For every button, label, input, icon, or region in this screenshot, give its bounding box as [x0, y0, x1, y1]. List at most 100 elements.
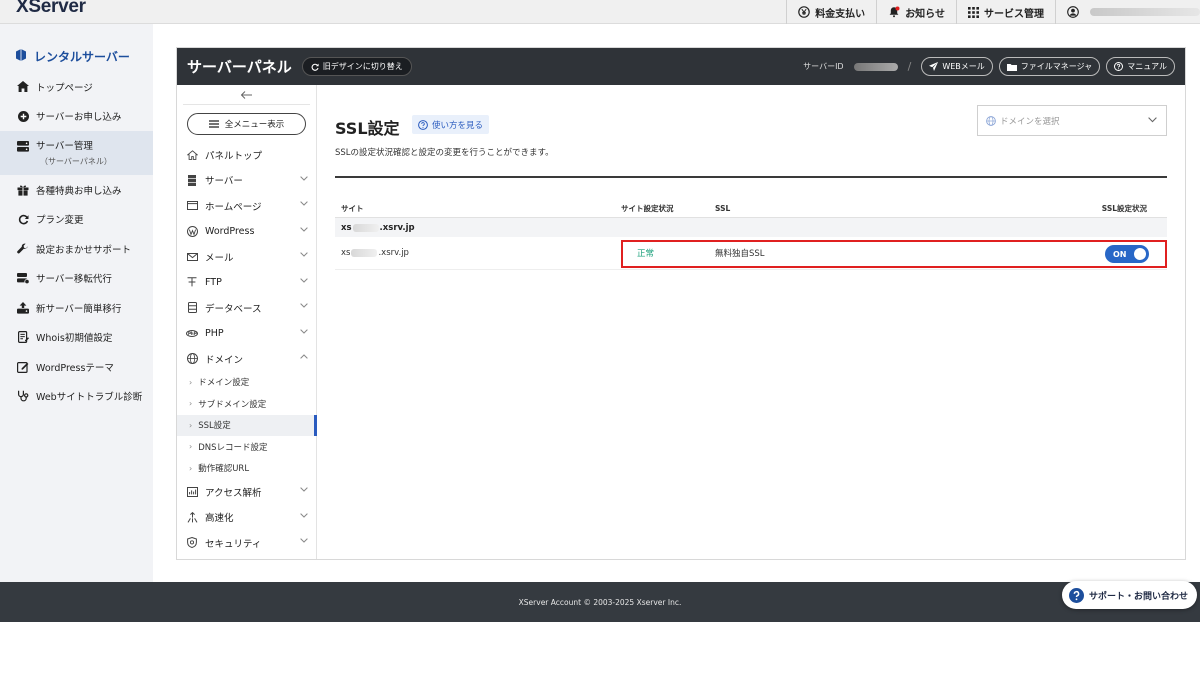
leftnav-item-label: Whois初期値設定 — [36, 333, 113, 345]
domain-select-placeholder: ドメインを選択 — [1000, 116, 1060, 127]
panel-menu-label: WordPress — [205, 225, 255, 237]
plus-circle-icon — [16, 110, 30, 122]
leftnav-item-benefits[interactable]: 各種特典お申し込み — [0, 175, 153, 205]
panel-submenu-domain-settings[interactable]: › ドメイン設定 — [177, 372, 316, 394]
leftnav-item-setup-support[interactable]: 設定おまかせサポート — [0, 234, 153, 264]
leftnav-item-server-management[interactable]: サーバー管理 （サーバーパネル） — [0, 131, 153, 175]
panel-submenu-subdomain-settings[interactable]: › サブドメイン設定 — [177, 393, 316, 415]
highlight-box — [621, 240, 1167, 268]
leftnav-item-apply[interactable]: サーバーお申し込み — [0, 102, 153, 132]
stethoscope-icon — [16, 390, 30, 402]
leftnav-item-trouble-diagnosis[interactable]: Webサイトトラブル診断 — [0, 382, 153, 412]
globe-icon — [986, 115, 996, 126]
xserver-logo[interactable]: XServer — [16, 0, 86, 18]
back-arrow-icon[interactable] — [183, 85, 310, 105]
all-menu-button[interactable]: 全メニュー表示 — [187, 113, 306, 135]
leftnav-item-label: WordPressテーマ — [36, 362, 114, 374]
grid-icon — [968, 6, 979, 18]
folder-icon — [1006, 63, 1017, 71]
all-menu-label: 全メニュー表示 — [224, 120, 285, 130]
panel-submenu-dns-record[interactable]: › DNSレコード設定 — [177, 436, 316, 458]
leftnav-item-whois[interactable]: Whois初期値設定 — [0, 323, 153, 353]
old-design-button[interactable]: 旧デザインに切り替え — [301, 57, 412, 76]
manual-label: マニュアル — [1127, 62, 1167, 71]
leftnav-item-plan-change[interactable]: プラン変更 — [0, 205, 153, 235]
chevron-right-icon: › — [189, 399, 193, 409]
chevron-down-icon — [300, 277, 308, 283]
globe-icon — [186, 353, 198, 365]
panel-menu-server[interactable]: サーバー — [177, 168, 316, 194]
ssl-toggle[interactable]: ON — [1105, 245, 1149, 263]
panel-menu-list: パネルトップ サーバー ホームページ WordPress メール FTP データ… — [177, 142, 317, 556]
support-button[interactable]: サポート・お問い合わせ — [1061, 581, 1197, 609]
document-icon — [16, 331, 30, 344]
manual-button[interactable]: マニュアル — [1106, 57, 1175, 76]
ssl-toggle-label: ON — [1113, 249, 1127, 259]
leftnav-item-label: サーバーお申し込み — [36, 112, 122, 124]
panel-menu-label: ホームページ — [205, 201, 262, 213]
ssl-table: サイト サイト設定状況 SSL SSL設定状況 xs .xsrv.jp xs .xs… — [335, 199, 1167, 270]
table-header: サイト サイト設定状況 SSL SSL設定状況 — [335, 199, 1167, 218]
site-status-value: 正常 — [637, 249, 655, 259]
panel-menu-wordpress[interactable]: WordPress — [177, 219, 316, 245]
panel-menu-access-analysis[interactable]: アクセス解析 — [177, 479, 316, 505]
rental-server-title: レンタルサーバー — [34, 49, 130, 64]
domain-group-row: xs .xsrv.jp — [335, 218, 1167, 237]
panel-submenu-label: DNSレコード設定 — [198, 442, 268, 453]
top-nav-notice[interactable]: お知らせ — [876, 0, 956, 24]
php-icon — [186, 329, 198, 337]
chevron-right-icon: › — [189, 420, 193, 430]
panel-submenu-ssl-settings[interactable]: › SSL設定 — [177, 414, 317, 436]
leftnav-item-wp-theme[interactable]: WordPressテーマ — [0, 352, 153, 382]
leftnav-item-sublabel: （サーバーパネル） — [40, 157, 112, 166]
page-description: SSLの設定状況確認と設定の変更を行うことができます。 — [335, 148, 554, 158]
header-ssl-status: SSL設定状況 — [1101, 203, 1147, 213]
mail-icon — [186, 252, 198, 261]
copyright-text: XServer Account © 2003-2025 Xserver Inc. — [518, 597, 682, 607]
chevron-right-icon: › — [189, 463, 193, 473]
panel-menu-label: FTP — [205, 276, 222, 288]
leftnav-item-label: 設定おまかせサポート — [36, 244, 132, 256]
send-icon — [929, 62, 939, 71]
leftnav-item-easy-migration[interactable]: 新サーバー簡単移行 — [0, 293, 153, 323]
top-nav-account[interactable] — [1055, 0, 1200, 24]
panel-submenu-check-url[interactable]: › 動作確認URL — [177, 458, 316, 480]
gift-icon — [16, 184, 30, 196]
support-label: サポート・お問い合わせ — [1088, 591, 1188, 602]
panel-menu-php[interactable]: PHP — [177, 321, 316, 347]
chevron-down-icon — [300, 175, 308, 181]
server-id-label: サーバーID — [803, 62, 844, 71]
leftnav-item-server-transfer[interactable]: サーバー移転代行 — [0, 264, 153, 294]
panel-menu-homepage[interactable]: ホームページ — [177, 193, 316, 219]
chevron-down-icon — [300, 487, 308, 492]
domain-select[interactable]: ドメインを選択 — [977, 105, 1167, 136]
leftnav-item-label: サーバー管理 — [36, 141, 93, 152]
top-nav-payment[interactable]: 料金支払い — [786, 0, 876, 24]
howto-button[interactable]: 使い方を見る — [412, 115, 490, 134]
top-nav-services[interactable]: サービス管理 — [956, 0, 1055, 24]
header-ssl: SSL — [715, 203, 731, 213]
panel-header-actions: サーバーID / WEBメール ファイルマネージャ マニュアル — [803, 57, 1175, 76]
top-nav-notice-label: お知らせ — [905, 8, 945, 20]
row-site: xs .xsrv.jp — [341, 248, 409, 258]
chevron-down-icon — [300, 226, 308, 232]
file-manager-button[interactable]: ファイルマネージャ — [998, 57, 1101, 76]
panel-menu-label: 高速化 — [205, 513, 234, 525]
top-nav-payment-label: 料金支払い — [815, 8, 866, 20]
panel-menu-security[interactable]: セキュリティ — [177, 530, 316, 556]
webmail-button[interactable]: WEBメール — [921, 57, 993, 76]
panel-menu-ftp[interactable]: FTP — [177, 270, 316, 296]
chevron-up-icon — [300, 354, 308, 359]
edit-icon — [16, 361, 30, 373]
panel-menu-domain[interactable]: ドメイン — [177, 346, 316, 372]
server-panel: サーバーパネル 旧デザインに切り替え サーバーID / WEBメール ファイルマ… — [176, 47, 1186, 560]
panel-menu-speedup[interactable]: 高速化 — [177, 505, 316, 531]
panel-menu-database[interactable]: データベース — [177, 295, 316, 321]
webmail-label: WEBメール — [942, 62, 985, 71]
chevron-right-icon: › — [189, 442, 193, 452]
rental-server-heading[interactable]: レンタルサーバー — [0, 24, 153, 72]
panel-menu-mail[interactable]: メール — [177, 244, 316, 270]
wordpress-icon — [186, 225, 198, 237]
leftnav-item-top[interactable]: トップページ — [0, 72, 153, 102]
panel-menu-panel-top[interactable]: パネルトップ — [177, 142, 316, 168]
